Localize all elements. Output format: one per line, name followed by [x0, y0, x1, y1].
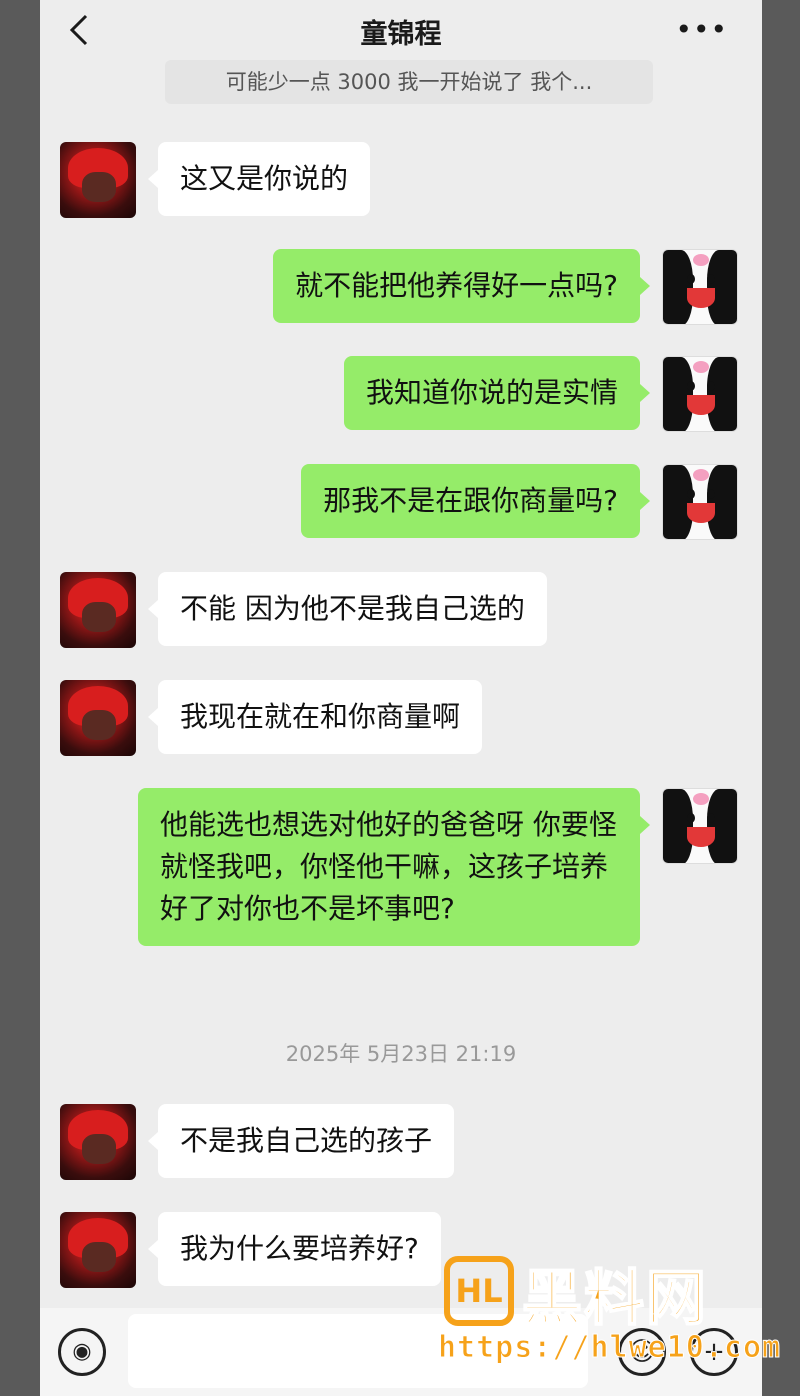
- pinned-message-preview[interactable]: 可能少一点 3000 我一开始说了 我个...: [165, 60, 653, 104]
- plus-icon: +: [703, 1337, 725, 1367]
- top-bar: 童锦程 •••: [40, 0, 762, 60]
- chat-title: 童锦程: [360, 19, 442, 50]
- my-avatar[interactable]: [662, 788, 738, 864]
- outgoing-message[interactable]: 就不能把他养得好一点吗?: [273, 249, 650, 323]
- my-avatar[interactable]: [662, 464, 738, 540]
- incoming-message[interactable]: 我现在就在和你商量啊: [147, 680, 483, 754]
- voice-input-button[interactable]: ◉: [58, 1328, 106, 1376]
- incoming-message[interactable]: 这又是你说的: [147, 142, 371, 216]
- contact-avatar[interactable]: [60, 1104, 136, 1180]
- input-bar: ◉ ☺ +: [40, 1308, 762, 1396]
- contact-avatar[interactable]: [60, 1212, 136, 1288]
- emoji-icon: ☺: [628, 1337, 656, 1367]
- contact-avatar[interactable]: [60, 680, 136, 756]
- emoji-button[interactable]: ☺: [618, 1328, 666, 1376]
- more-options-button[interactable]: •••: [675, 16, 728, 44]
- my-avatar[interactable]: [662, 249, 738, 325]
- more-actions-button[interactable]: +: [690, 1328, 738, 1376]
- incoming-message[interactable]: 不能 因为他不是我自己选的: [148, 572, 547, 646]
- my-avatar[interactable]: [662, 356, 738, 432]
- outgoing-message[interactable]: 那我不是在跟你商量吗?: [301, 464, 650, 538]
- outgoing-message[interactable]: 他能选也想选对他好的爸爸呀 你要怪就怪我吧，你怪他干嘛，这孩子培养好了对你也不是…: [138, 788, 650, 946]
- contact-avatar[interactable]: [60, 572, 136, 648]
- incoming-message[interactable]: 不是我自己选的孩子: [147, 1104, 455, 1178]
- incoming-message[interactable]: 我为什么要培养好?: [148, 1212, 441, 1286]
- timestamp-divider: 2025年 5月23日 21:19: [285, 1042, 517, 1066]
- outgoing-message[interactable]: 我知道你说的是实情: [343, 356, 651, 430]
- contact-avatar[interactable]: [60, 142, 136, 218]
- voice-icon: ◉: [72, 1339, 92, 1364]
- chat-screen: 童锦程 ••• 可能少一点 3000 我一开始说了 我个... 这又是你说的 就…: [40, 0, 762, 1396]
- message-input[interactable]: [128, 1314, 588, 1388]
